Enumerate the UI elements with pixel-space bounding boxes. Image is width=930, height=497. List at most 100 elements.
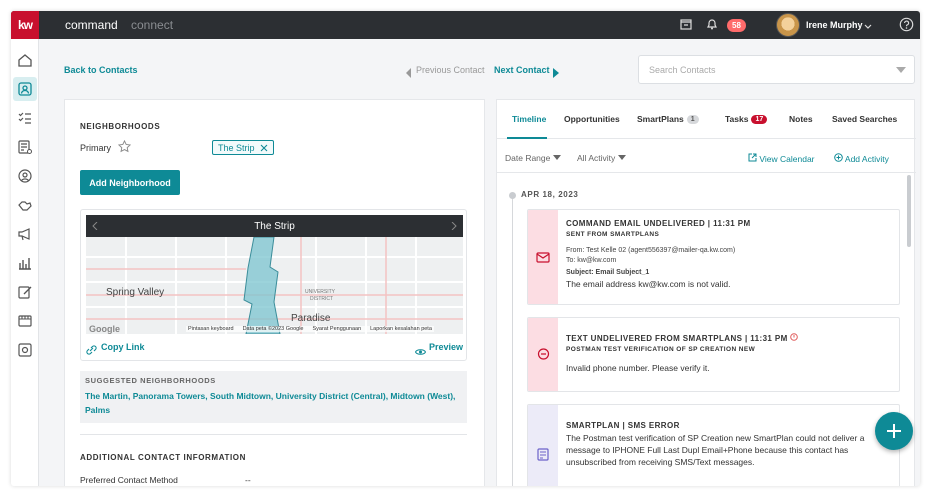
sidebar-item-designs[interactable]	[13, 280, 37, 304]
map-footer-keyboard[interactable]: Pintasan keyboard	[188, 326, 234, 332]
user-name[interactable]: Irene Murphy	[806, 20, 863, 30]
email-icon	[536, 251, 550, 263]
notification-count-badge[interactable]: 58	[727, 19, 746, 32]
tab-smartplans[interactable]: SmartPlans 1	[637, 114, 699, 124]
back-to-contacts-link[interactable]: Back to Contacts	[64, 65, 138, 75]
view-calendar-link[interactable]: View Calendar	[748, 153, 815, 164]
link-icon[interactable]	[86, 342, 97, 360]
close-icon[interactable]	[260, 144, 268, 152]
plus-icon	[887, 424, 901, 438]
handshake-icon	[18, 201, 32, 211]
help-icon[interactable]	[899, 17, 915, 33]
neighborhood-chip[interactable]: The Strip	[212, 140, 274, 155]
all-activity-dropdown[interactable]: All Activity	[577, 153, 626, 163]
event-title: COMMAND EMAIL UNDELIVERED | 11:31 PM	[566, 219, 751, 228]
chevron-right-icon[interactable]	[553, 65, 559, 83]
sidebar-item-listings[interactable]	[13, 135, 37, 159]
sidebar-item-home[interactable]	[13, 48, 37, 72]
event-type-strip	[528, 318, 558, 391]
section-divider	[80, 434, 467, 435]
next-contact-link[interactable]: Next Contact	[494, 65, 550, 75]
add-activity-link[interactable]: Add Activity	[834, 153, 889, 164]
timeline-feed[interactable]: APR 18, 2023 COMMAND EMAIL UNDELIVERED |…	[497, 173, 916, 486]
tab-smartplans-label: SmartPlans	[637, 114, 684, 124]
tab-tasks[interactable]: Tasks 17	[725, 114, 768, 124]
sidebar-item-contacts[interactable]	[13, 77, 37, 101]
map-footer-data: Data peta ©2023 Google	[242, 326, 304, 332]
add-fab-button[interactable]	[875, 412, 913, 450]
event-from: From: Test Kelle 02 (agent556397@mailer-…	[566, 247, 736, 254]
scrollbar-thumb[interactable]	[907, 175, 911, 247]
tab-notes[interactable]: Notes	[789, 114, 813, 124]
search-contacts-input[interactable]: Search Contacts	[638, 55, 915, 84]
user-avatar[interactable]	[776, 13, 800, 37]
suggested-neighborhoods-links[interactable]: The Martin, Panorama Towers, South Midto…	[85, 389, 462, 417]
document-gear-icon	[18, 140, 32, 154]
chevron-down-icon[interactable]	[863, 18, 879, 34]
event-text: The Postman test verification of SP Crea…	[566, 433, 865, 467]
chevron-right-icon[interactable]	[451, 222, 457, 230]
photo-icon	[18, 343, 32, 357]
view-calendar-label: View Calendar	[759, 154, 815, 164]
tab-timeline[interactable]: Timeline	[512, 114, 546, 124]
add-neighborhood-button[interactable]: Add Neighborhood	[80, 170, 180, 195]
top-bar: kw command connect 58 Irene Murphy	[11, 11, 920, 39]
date-range-dropdown[interactable]: Date Range	[505, 153, 561, 163]
sidebar-item-marketing[interactable]	[13, 222, 37, 246]
kw-logo[interactable]: kw	[11, 11, 39, 39]
sidebar-item-media[interactable]	[13, 338, 37, 362]
sidebar-item-location[interactable]	[13, 164, 37, 188]
plus-circle-icon	[834, 153, 843, 162]
event-subject: Subject: Email Subject_1	[566, 269, 650, 276]
tab-bar: Timeline Opportunities SmartPlans 1 Tasks…	[497, 100, 916, 139]
event-title-text: TEXT UNDELIVERED FROM SMARTPLANS | 11:31…	[566, 334, 788, 343]
timeline-filters: Date Range All Activity View Calendar Ad…	[497, 139, 916, 173]
map-label-paradise: Paradise	[291, 313, 331, 324]
caret-down-icon	[552, 155, 561, 160]
copy-link-button[interactable]: Copy Link	[101, 342, 145, 352]
event-text: The email address kw@kw.com is not valid…	[566, 279, 731, 289]
map-card: The Strip Spring Valley Paradise UNIVERS…	[80, 209, 467, 361]
checklist-icon	[18, 112, 31, 124]
chevron-down-icon[interactable]	[896, 66, 906, 76]
timeline-event[interactable]: COMMAND EMAIL UNDELIVERED | 11:31 PM SEN…	[527, 209, 900, 305]
map-graphic: Spring Valley Paradise UNIVERSITY DISTRI…	[86, 237, 463, 334]
map-footer-report[interactable]: Laporkan kesalahan peta	[370, 326, 432, 332]
sidebar-item-insights[interactable]	[13, 251, 37, 275]
tab-opportunities[interactable]: Opportunities	[564, 114, 620, 124]
neighborhood-chip-label: The Strip	[218, 142, 255, 153]
sidebar-item-tasks[interactable]	[13, 106, 37, 130]
connect-brand-link[interactable]: connect	[131, 18, 173, 32]
smartplans-count-badge: 1	[686, 115, 699, 124]
star-icon[interactable]	[117, 139, 132, 158]
chevron-left-icon[interactable]	[406, 65, 412, 83]
timeline-event[interactable]: TEXT UNDELIVERED FROM SMARTPLANS | 11:31…	[527, 317, 900, 392]
suggested-neighborhoods-title: SUGGESTED NEIGHBORHOODS	[85, 376, 216, 385]
command-brand-link[interactable]: command	[65, 18, 118, 32]
bar-chart-icon	[19, 258, 31, 270]
map-label-spring-valley: Spring Valley	[106, 287, 164, 298]
contact-details-panel: NEIGHBORHOODS Primary The Strip Add Neig…	[64, 99, 485, 486]
contact-card-icon	[18, 82, 32, 96]
sidebar-item-calendar[interactable]	[13, 309, 37, 333]
eye-icon[interactable]	[414, 343, 427, 360]
event-text: Invalid phone number. Please verify it.	[566, 363, 710, 373]
primary-label: Primary	[80, 143, 111, 153]
sidebar-item-referrals[interactable]	[13, 193, 37, 217]
chevron-left-icon[interactable]	[92, 222, 98, 230]
preview-button[interactable]: Preview	[429, 342, 463, 352]
previous-contact-link[interactable]: Previous Contact	[416, 65, 485, 75]
tab-saved-searches[interactable]: Saved Searches	[832, 114, 897, 124]
timeline-event[interactable]: SMARTPLAN | SMS ERROR The Postman test v…	[527, 404, 900, 486]
map-label-district: DISTRICT	[310, 296, 333, 302]
bell-icon[interactable]	[705, 17, 721, 33]
external-link-icon	[748, 153, 757, 162]
store-icon[interactable]	[679, 17, 695, 33]
neighborhood-map[interactable]: Spring Valley Paradise UNIVERSITY DISTRI…	[86, 237, 463, 334]
map-footer-terms[interactable]: Syarat Penggunaan	[313, 326, 362, 332]
suggested-neighborhoods: SUGGESTED NEIGHBORHOODS The Martin, Pano…	[80, 371, 467, 423]
tasks-count-badge: 17	[751, 115, 768, 124]
megaphone-icon	[18, 228, 30, 241]
edit-square-icon	[18, 286, 32, 299]
chat-bubble-icon	[537, 348, 549, 360]
